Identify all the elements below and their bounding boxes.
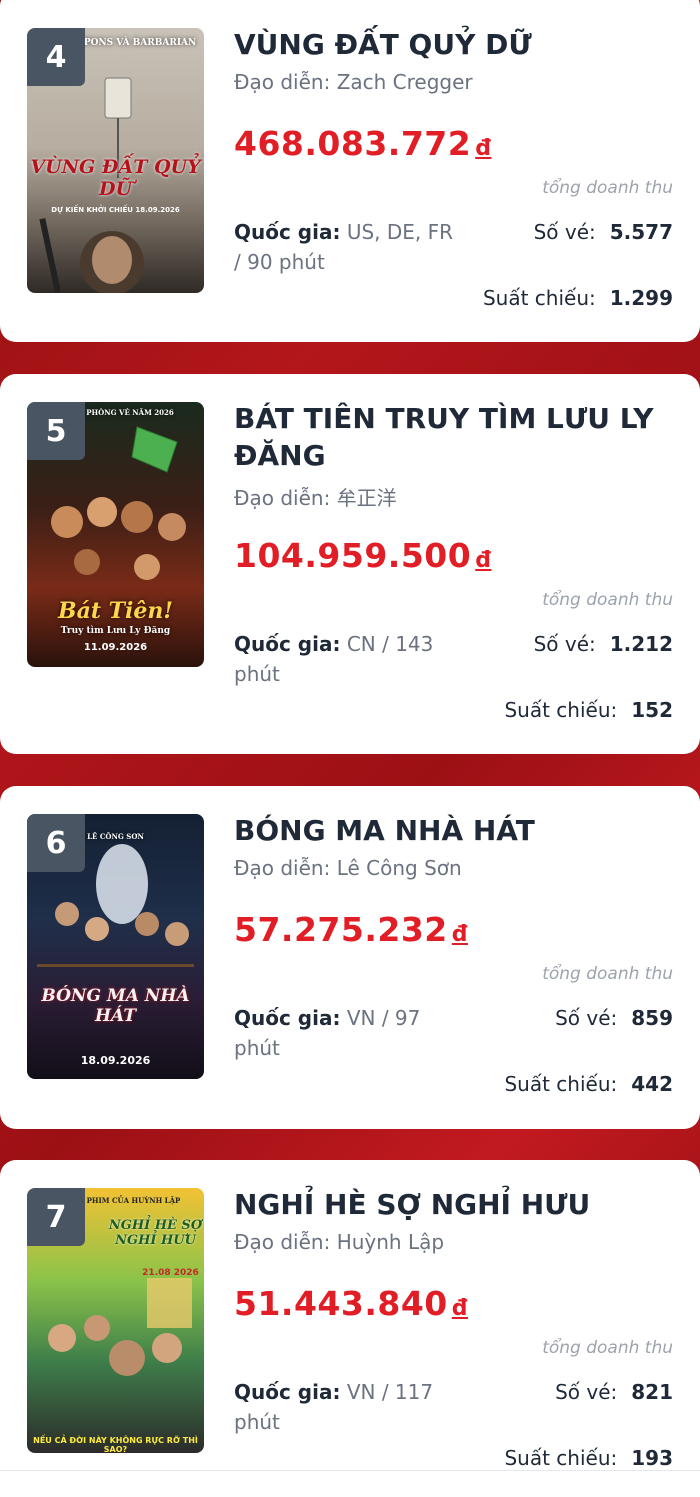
country-duration: Quốc gia: VN / 117 phút bbox=[234, 1377, 454, 1437]
showtimes-stat: Suất chiếu: 152 bbox=[504, 698, 673, 722]
rank-badge: 5 bbox=[27, 402, 85, 460]
showtimes-value: 442 bbox=[631, 1072, 673, 1096]
revenue-value: 51.443.840 đ bbox=[234, 1284, 468, 1323]
director-name: Huỳnh Lập bbox=[336, 1230, 445, 1254]
movie-poster[interactable]: LÊ CÔNG SƠN BÓNG MA NHÀ HÁT 18.09.2026 6 bbox=[27, 814, 204, 1079]
currency-symbol: đ bbox=[451, 1296, 469, 1321]
movie-poster[interactable]: MỘT BỘ PHIM CỦA HUỲNH LẬP NGHỈ HÈ SỢ NGH… bbox=[27, 1188, 204, 1453]
revenue-caption: tổng doanh thu bbox=[542, 178, 673, 198]
country-duration: Quốc gia: US, DE, FR / 90 phút bbox=[234, 217, 454, 277]
showtimes-stat: Suất chiếu: 1.299 bbox=[483, 286, 673, 310]
revenue-caption: tổng doanh thu bbox=[542, 964, 673, 984]
showtimes-label: Suất chiếu: bbox=[482, 286, 596, 310]
movie-title[interactable]: BÁT TIÊN TRUY TÌM LƯU LY ĐĂNG bbox=[234, 400, 670, 474]
revenue-value: 468.083.772 đ bbox=[234, 124, 491, 163]
poster-date: DỰ KIẾN KHỞI CHIẾU 18.09.2026 bbox=[51, 206, 180, 214]
poster-title: VÙNG ĐẤT QUỶ DỮ bbox=[30, 156, 201, 200]
director-line: Đạo diễn: 牟正洋 bbox=[234, 482, 397, 511]
director-label: Đạo diễn: bbox=[234, 486, 331, 510]
tickets-label: Số vé: bbox=[555, 1380, 618, 1404]
director-name: Lê Công Sơn bbox=[336, 856, 462, 880]
tickets-stat: Số vé: 5.577 bbox=[534, 220, 673, 244]
tickets-value: 821 bbox=[631, 1380, 673, 1404]
director-line: Đạo diễn: Zach Cregger bbox=[234, 70, 473, 94]
bottom-bar bbox=[0, 1470, 700, 1497]
movie-title[interactable]: NGHỈ HÈ SỢ NGHỈ HƯU bbox=[234, 1186, 670, 1223]
country-label: Quốc gia: bbox=[234, 1006, 341, 1030]
tickets-value: 1.212 bbox=[609, 632, 673, 656]
rank-badge: 7 bbox=[27, 1188, 85, 1246]
showtimes-value: 152 bbox=[631, 698, 673, 722]
poster-tagline: NẾU CẢ ĐỜI NÀY KHÔNG RỰC RỠ THÌ SAO? bbox=[33, 1436, 198, 1453]
revenue-amount: 51.443.840 bbox=[234, 1284, 448, 1323]
movie-card[interactable]: MỘT BỘ PHIM CỦA HUỲNH LẬP NGHỈ HÈ SỢ NGH… bbox=[0, 1160, 700, 1496]
movie-card[interactable]: CÚ NỔ PHÒNG VÉ NĂM 2026 Bát Tiên! Truy t… bbox=[0, 374, 700, 754]
revenue-caption: tổng doanh thu bbox=[542, 1338, 673, 1358]
tickets-stat: Số vé: 1.212 bbox=[534, 632, 673, 656]
country-label: Quốc gia: bbox=[234, 220, 341, 244]
currency-symbol: đ bbox=[475, 136, 492, 161]
showtimes-value: 1.299 bbox=[609, 286, 673, 310]
country-label: Quốc gia: bbox=[234, 1380, 341, 1404]
director-name: 牟正洋 bbox=[336, 486, 397, 510]
director-name: Zach Cregger bbox=[336, 70, 473, 94]
director-line: Đạo diễn: Lê Công Sơn bbox=[234, 856, 462, 880]
director-label: Đạo diễn: bbox=[234, 856, 331, 880]
revenue-amount: 104.959.500 bbox=[234, 536, 472, 575]
currency-symbol: đ bbox=[475, 548, 492, 573]
poster-title: NGHỈ HÈ SỢ NGHỈ HƯU bbox=[108, 1218, 203, 1248]
director-label: Đạo diễn: bbox=[234, 70, 331, 94]
currency-symbol: đ bbox=[451, 922, 469, 947]
tickets-value: 859 bbox=[631, 1006, 673, 1030]
poster-title: BÓNG MA NHÀ HÁT bbox=[41, 986, 190, 1026]
showtimes-label: Suất chiếu: bbox=[504, 1072, 618, 1096]
poster-title: Bát Tiên! bbox=[57, 598, 174, 624]
movie-poster[interactable]: CỦA WEAPONS VÀ BARBARIAN VÙNG ĐẤT QUỶ DỮ… bbox=[27, 28, 204, 293]
director-line: Đạo diễn: Huỳnh Lập bbox=[234, 1230, 444, 1254]
tickets-label: Số vé: bbox=[555, 1006, 618, 1030]
showtimes-stat: Suất chiếu: 193 bbox=[504, 1446, 673, 1470]
revenue-value: 57.275.232 đ bbox=[234, 910, 468, 949]
showtimes-label: Suất chiếu: bbox=[504, 1446, 618, 1470]
tickets-value: 5.577 bbox=[609, 220, 673, 244]
country-duration: Quốc gia: VN / 97 phút bbox=[234, 1003, 454, 1063]
movie-card[interactable]: LÊ CÔNG SƠN BÓNG MA NHÀ HÁT 18.09.2026 6… bbox=[0, 786, 700, 1129]
country-label: Quốc gia: bbox=[234, 632, 341, 656]
poster-date: 21.08 2026 bbox=[142, 1268, 199, 1278]
rank-badge: 4 bbox=[27, 28, 85, 86]
country-duration: Quốc gia: CN / 143 phút bbox=[234, 629, 454, 689]
poster-subtitle: Truy tìm Lưu Ly Đăng bbox=[60, 626, 171, 636]
showtimes-value: 193 bbox=[631, 1446, 673, 1470]
revenue-value: 104.959.500 đ bbox=[234, 536, 491, 575]
tickets-stat: Số vé: 859 bbox=[555, 1006, 673, 1030]
showtimes-label: Suất chiếu: bbox=[504, 698, 618, 722]
revenue-amount: 468.083.772 bbox=[234, 124, 472, 163]
director-label: Đạo diễn: bbox=[234, 1230, 331, 1254]
tickets-label: Số vé: bbox=[533, 632, 596, 656]
poster-date: 18.09.2026 bbox=[80, 1054, 151, 1067]
movie-poster[interactable]: CÚ NỔ PHÒNG VÉ NĂM 2026 Bát Tiên! Truy t… bbox=[27, 402, 204, 667]
tickets-label: Số vé: bbox=[533, 220, 596, 244]
showtimes-stat: Suất chiếu: 442 bbox=[504, 1072, 673, 1096]
tickets-stat: Số vé: 821 bbox=[555, 1380, 673, 1404]
movie-card[interactable]: CỦA WEAPONS VÀ BARBARIAN VÙNG ĐẤT QUỶ DỮ… bbox=[0, 0, 700, 342]
movie-title[interactable]: VÙNG ĐẤT QUỶ DỮ bbox=[234, 26, 670, 63]
movie-title[interactable]: BÓNG MA NHÀ HÁT bbox=[234, 812, 670, 849]
revenue-amount: 57.275.232 bbox=[234, 910, 448, 949]
rank-badge: 6 bbox=[27, 814, 85, 872]
poster-date: 11.09.2026 bbox=[83, 642, 148, 653]
revenue-caption: tổng doanh thu bbox=[542, 590, 673, 610]
